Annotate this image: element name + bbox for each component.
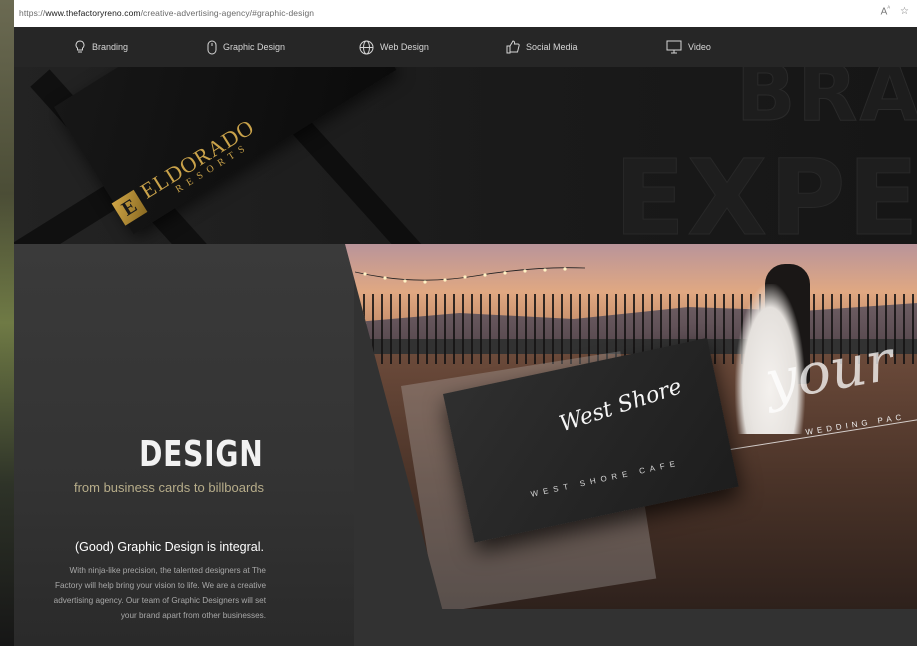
services-nav: Branding Graphic Design Web Design Socia… bbox=[14, 27, 917, 67]
monitor-icon bbox=[666, 40, 682, 54]
section-subtitle: from business cards to billboards bbox=[73, 480, 264, 495]
section-body: With ninja-like precision, the talented … bbox=[53, 566, 266, 620]
nav-item-branding[interactable]: Branding bbox=[74, 27, 128, 67]
string-lights bbox=[355, 267, 585, 284]
desktop-background bbox=[0, 0, 14, 646]
west-shore-logo: West Shore bbox=[556, 374, 686, 438]
nav-item-video[interactable]: Video bbox=[666, 27, 711, 67]
nav-item-label: Branding bbox=[92, 42, 129, 52]
hero-banner: E ELDORADO RESORTS BRAN EXPERT bbox=[14, 67, 917, 244]
west-shore-tagline: WEST SHORE CAFE bbox=[529, 458, 681, 499]
showcase-image: your WEDDING PAC West Shore WEST SHORE C… bbox=[345, 244, 917, 609]
section-heading: (Good) Graphic Design is integral. bbox=[75, 540, 264, 554]
read-aloud-icon[interactable]: Aᴬ bbox=[881, 6, 890, 17]
nav-item-label: Graphic Design bbox=[223, 42, 286, 52]
nav-item-graphic-design[interactable]: Graphic Design bbox=[207, 27, 285, 67]
section-title: DESIGN bbox=[138, 434, 263, 475]
favorite-star-icon[interactable]: ☆ bbox=[900, 6, 909, 17]
url-path: /creative-advertising-agency/#graphic-de… bbox=[140, 8, 315, 18]
nav-item-social-media[interactable]: Social Media bbox=[506, 27, 578, 67]
url-domain: www.thefactoryreno.com bbox=[45, 8, 141, 18]
address-bar-icons: Aᴬ ☆ bbox=[881, 6, 909, 17]
globe-icon bbox=[359, 40, 374, 55]
nav-item-label: Web Design bbox=[380, 42, 429, 52]
design-section: your WEDDING PAC West Shore WEST SHORE C… bbox=[14, 244, 917, 646]
nav-item-label: Social Media bbox=[526, 42, 578, 52]
hero-background-word-1: BRAN bbox=[735, 67, 917, 140]
mouse-icon bbox=[207, 40, 217, 55]
url-prefix: https:// bbox=[19, 8, 46, 18]
thumbs-up-icon bbox=[506, 40, 520, 54]
nav-item-label: Video bbox=[688, 42, 711, 52]
url-text[interactable]: https://www.thefactoryreno.com/creative-… bbox=[19, 8, 314, 18]
nav-item-web-design[interactable]: Web Design bbox=[359, 27, 429, 67]
browser-window: https://www.thefactoryreno.com/creative-… bbox=[14, 0, 917, 646]
hero-background-word-2: EXPERT bbox=[614, 137, 917, 245]
address-bar[interactable]: https://www.thefactoryreno.com/creative-… bbox=[14, 0, 917, 28]
lightbulb-icon bbox=[74, 40, 86, 54]
